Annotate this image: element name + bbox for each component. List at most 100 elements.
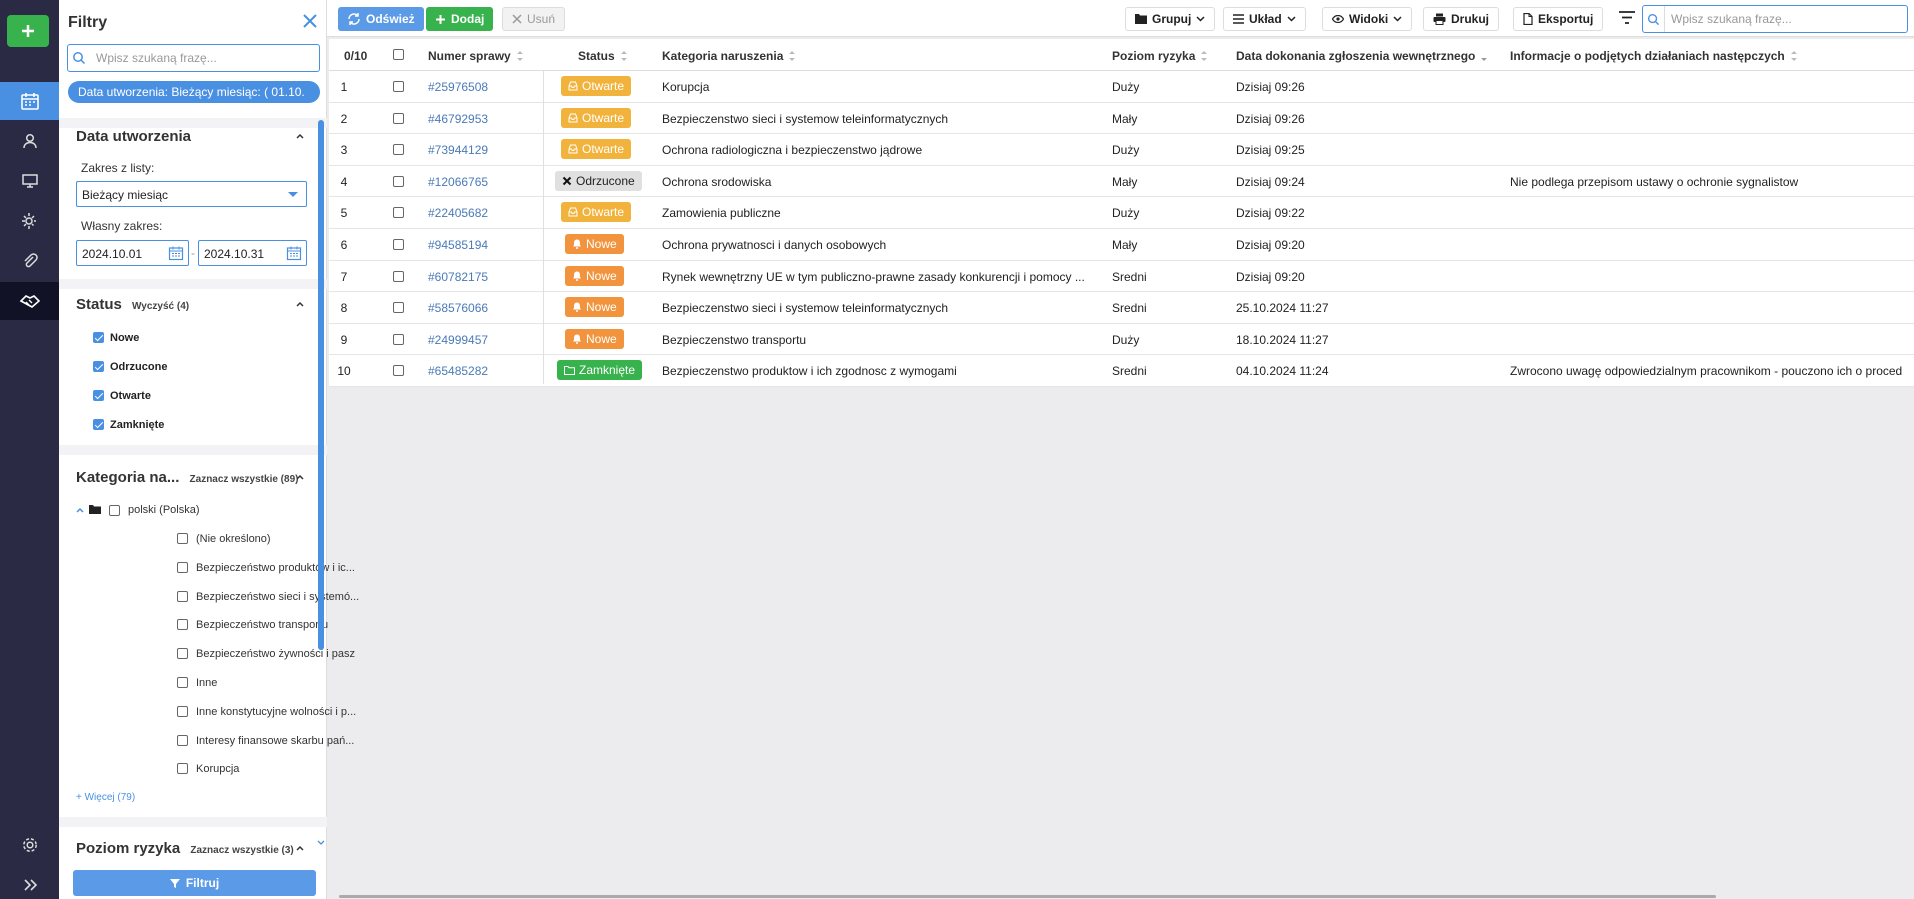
views-button[interactable]: Widoki	[1322, 7, 1413, 31]
add-button[interactable]: Dodaj	[426, 7, 494, 31]
row-checkbox[interactable]	[393, 302, 404, 314]
status-clear-link[interactable]: Wyczyść (4)	[132, 301, 189, 312]
rail-calendar[interactable]	[0, 82, 59, 120]
table-row[interactable]: 4 #12066765 Odrzucone Ochrona srodowiska Mał…	[329, 165, 1914, 198]
calendar-icon[interactable]	[286, 245, 302, 261]
more-categories-link[interactable]: + Więcej (79)	[76, 792, 135, 803]
tree-collapse-icon[interactable]	[75, 505, 85, 515]
case-number-link[interactable]: #12066765	[428, 175, 488, 189]
row-checkbox[interactable]	[393, 175, 404, 187]
table-row[interactable]: 1 #25976508 Otwarte Korupcja Duży Dzisiaj 09:…	[329, 71, 1914, 103]
case-number-link[interactable]: #65485282	[428, 364, 488, 378]
close-filters-button[interactable]	[300, 11, 320, 31]
row-checkbox[interactable]	[393, 333, 404, 345]
table-row[interactable]: 9 #24999457 Nowe Bezpieczenstwo transportu D…	[329, 323, 1914, 356]
status-section-title[interactable]: Status Wyczyść (4)	[76, 296, 189, 313]
refresh-button[interactable]: Odśwież	[338, 7, 424, 31]
layout-button[interactable]: Układ	[1223, 7, 1306, 31]
case-number-link[interactable]: #22405682	[428, 206, 488, 220]
group-button[interactable]: Grupuj	[1125, 7, 1216, 31]
table-row[interactable]: 8 #58576066 Nowe Bezpieczenstwo sieci i sys…	[329, 292, 1914, 324]
category-checkbox[interactable]	[177, 533, 188, 544]
chevron-up-icon[interactable]	[294, 298, 306, 310]
risk-select-all[interactable]: Zaznacz wszystkie (3)	[190, 845, 293, 856]
rail-monitor[interactable]	[0, 162, 59, 200]
column-category[interactable]: Kategoria naruszenia	[662, 49, 796, 63]
column-status[interactable]: Status	[578, 49, 628, 63]
filter-lines-icon[interactable]	[1619, 11, 1635, 24]
category-item[interactable]: (Nie określono)	[196, 533, 364, 545]
print-button[interactable]: Drukuj	[1423, 7, 1500, 31]
status-label-nowe[interactable]: Nowe	[110, 332, 139, 344]
filter-search-input[interactable]	[96, 51, 316, 65]
case-number-link[interactable]: #46792953	[428, 112, 488, 126]
status-checkbox-odrzucone[interactable]	[93, 361, 104, 372]
chevron-up-icon[interactable]	[294, 130, 306, 142]
status-label-otwarte[interactable]: Otwarte	[110, 390, 151, 402]
row-checkbox[interactable]	[393, 239, 404, 250]
table-row[interactable]: 2 #46792953 Otwarte Bezpieczenstwo sieci i …	[329, 102, 1914, 135]
date-section-title[interactable]: Data utworzenia	[76, 128, 191, 145]
rail-attachments[interactable]	[0, 242, 59, 280]
delete-button[interactable]: Usuń	[502, 7, 566, 31]
case-number-link[interactable]: #60782175	[428, 270, 488, 284]
rail-settings-shield[interactable]	[0, 202, 59, 240]
active-filter-chip[interactable]: Data utworzenia: Bieżący miesiąc: ( 01.1…	[68, 81, 320, 103]
table-row[interactable]: 6 #94585194 Nowe Ochrona prywatnosci i dany…	[329, 229, 1914, 261]
category-item[interactable]: Interesy finansowe skarbu pań...	[196, 735, 364, 747]
date-to-input[interactable]: 2024.10.31	[198, 240, 307, 266]
category-root-checkbox[interactable]	[109, 505, 120, 516]
row-checkbox[interactable]	[393, 207, 404, 219]
horizontal-scrollbar[interactable]	[339, 895, 1716, 898]
category-root-label[interactable]: polski (Polska)	[128, 504, 200, 516]
category-item[interactable]: Bezpieczeństwo transportu	[196, 619, 364, 631]
column-date[interactable]: Data dokonania zgłoszenia wewnętrznego	[1236, 49, 1488, 63]
chevron-up-icon[interactable]	[294, 842, 306, 854]
column-info[interactable]: Informacje o podjętych działaniach nastę…	[1510, 49, 1798, 63]
table-row[interactable]: 7 #60782175 Nowe Rynek wewnętrzny UE w tym …	[329, 260, 1914, 293]
category-item[interactable]: Inne	[196, 677, 364, 689]
case-number-link[interactable]: #58576066	[428, 301, 488, 315]
category-checkbox[interactable]	[177, 648, 188, 659]
case-number-link[interactable]: #25976508	[428, 80, 488, 94]
rail-settings[interactable]	[0, 826, 59, 864]
export-button[interactable]: Eksportuj	[1513, 7, 1604, 31]
rail-whistleblowing[interactable]	[0, 282, 59, 320]
category-checkbox[interactable]	[177, 677, 188, 688]
table-row[interactable]: 3 #73944129 Otwarte Ochrona radiologiczna i…	[329, 134, 1914, 166]
row-checkbox[interactable]	[393, 112, 404, 124]
category-item[interactable]: Bezpieczeństwo produktów i ic...	[196, 562, 364, 574]
category-section-title[interactable]: Kategoria na... Zaznacz wszystkie (89)	[76, 469, 298, 486]
range-select[interactable]: Bieżący miesiąc	[76, 181, 307, 207]
rail-users[interactable]	[0, 122, 59, 160]
case-number-link[interactable]: #73944129	[428, 143, 488, 157]
row-checkbox[interactable]	[393, 270, 404, 282]
filter-scrollbar[interactable]	[318, 120, 324, 650]
case-number-link[interactable]: #24999457	[428, 333, 488, 347]
category-item[interactable]: Bezpieczeństwo żywności i pasz	[196, 648, 364, 660]
status-checkbox-otwarte[interactable]	[93, 390, 104, 401]
category-checkbox[interactable]	[177, 763, 188, 774]
select-all-checkbox[interactable]	[393, 49, 404, 60]
calendar-icon[interactable]	[168, 245, 184, 261]
category-checkbox[interactable]	[177, 562, 188, 573]
category-checkbox[interactable]	[177, 735, 188, 746]
risk-section-title[interactable]: Poziom ryzyka Zaznacz wszystkie (3)	[76, 840, 294, 857]
status-checkbox-nowe[interactable]	[93, 332, 104, 343]
category-checkbox[interactable]	[177, 619, 188, 630]
column-risk[interactable]: Poziom ryzyka	[1112, 49, 1208, 63]
category-checkbox[interactable]	[177, 591, 188, 602]
column-case-number[interactable]: Numer sprawy	[428, 49, 524, 63]
table-row[interactable]: 5 #22405682 Otwarte Zamowienia publiczne Duż…	[329, 197, 1914, 229]
category-checkbox[interactable]	[177, 706, 188, 717]
rail-expand[interactable]	[0, 866, 59, 899]
date-from-input[interactable]: 2024.10.01	[76, 240, 189, 266]
category-item[interactable]: Inne konstytucyjne wolności i p...	[196, 706, 364, 718]
apply-filters-button[interactable]: Filtruj	[73, 870, 316, 896]
status-label-odrzucone[interactable]: Odrzucone	[110, 361, 167, 373]
status-checkbox-zamkniete[interactable]	[93, 419, 104, 430]
quick-add-button[interactable]	[7, 15, 49, 47]
scroll-down-icon[interactable]	[317, 840, 325, 846]
row-checkbox[interactable]	[393, 81, 404, 92]
chevron-up-icon[interactable]	[294, 471, 306, 483]
